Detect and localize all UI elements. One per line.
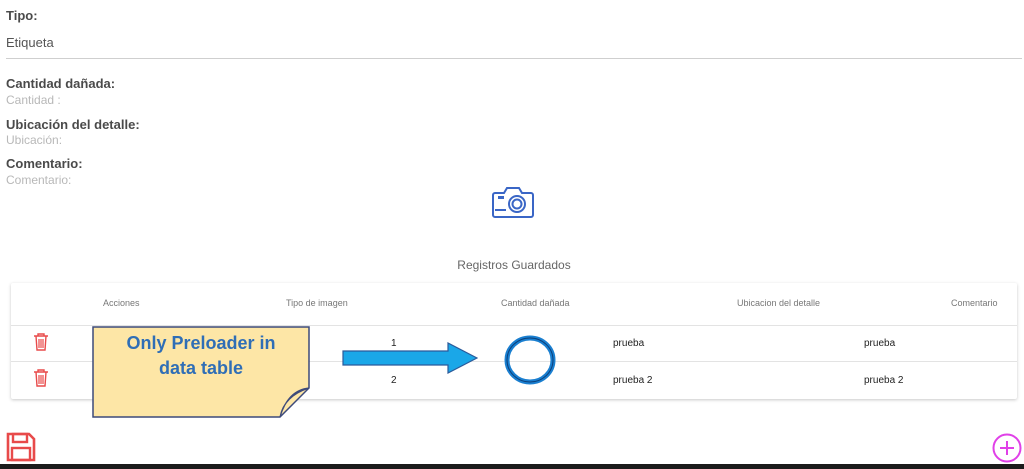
cantidad-input[interactable]: Cantidad : [6,93,61,107]
cell-comentario: prueba [864,338,896,349]
comentario-input[interactable]: Comentario: [6,173,71,187]
header-ubicacion: Ubicacion del detalle [737,298,821,308]
camera-icon[interactable] [492,184,534,220]
tipo-underline [6,58,1022,59]
floppy-disk-icon[interactable] [6,432,36,462]
tipo-select[interactable]: Etiqueta [6,35,54,50]
comentario-label: Comentario: [6,156,83,171]
ubicacion-input[interactable]: Ubicación: [6,133,62,147]
header-cantidad: Cantidad dañada [501,298,570,308]
cantidad-label: Cantidad dañada: [6,76,116,91]
tipo-label: Tipo: [6,8,38,23]
bottom-bar [0,464,1024,469]
callout-text: Only Preloader in data table [92,331,310,381]
page: Tipo: Etiqueta Cantidad dañada: Cantidad… [0,0,1024,469]
callout-line-1: Only Preloader in [126,333,276,353]
cell-tipo-imagen: 2 [391,375,397,386]
header-comentario: Comentario [951,298,998,308]
cell-comentario: prueba 2 [864,375,904,386]
cell-ubicacion: prueba [613,338,645,349]
preloader-spinner [504,335,556,385]
arrow-right-icon [342,342,478,374]
callout-line-2: data table [158,358,244,378]
cell-ubicacion: prueba 2 [613,375,653,386]
trash-icon[interactable] [33,332,49,352]
header-acciones: Acciones [103,298,140,308]
table-title: Registros Guardados [457,258,571,272]
ubicacion-label: Ubicación del detalle: [6,117,140,132]
trash-icon[interactable] [33,368,49,388]
header-tipo-imagen: Tipo de imagen [286,298,348,308]
plus-circle-icon[interactable] [991,432,1023,464]
